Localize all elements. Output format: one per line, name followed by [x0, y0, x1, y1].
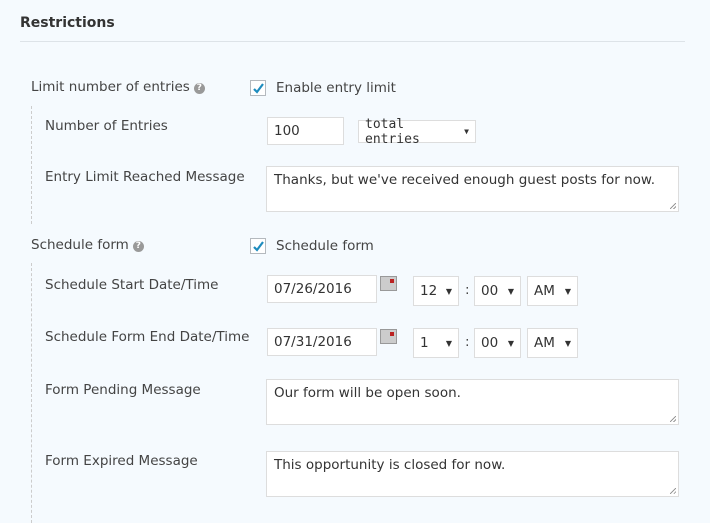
form-pending-label: Form Pending Message	[45, 382, 201, 398]
calendar-icon[interactable]	[380, 329, 397, 344]
indent-guide	[31, 106, 32, 224]
indent-guide	[31, 263, 32, 523]
schedule-form-label: Schedule form?	[31, 237, 144, 253]
schedule-start-label: Schedule Start Date/Time	[45, 277, 219, 293]
calendar-icon[interactable]	[380, 276, 397, 291]
number-of-entries-input[interactable]: 100	[267, 117, 344, 145]
enable-entry-limit-label: Enable entry limit	[276, 80, 396, 96]
dropdown-arrow-icon: ▼	[564, 338, 571, 348]
enable-entry-limit-checkbox[interactable]	[250, 80, 266, 96]
dropdown-arrow-icon: ▼	[507, 338, 514, 348]
question-circle-icon[interactable]: ?	[132, 241, 144, 252]
section-title: Restrictions	[20, 15, 115, 31]
number-of-entries-label: Number of Entries	[45, 118, 168, 134]
checkmark-icon	[253, 83, 264, 94]
entry-limit-message-label: Entry Limit Reached Message	[45, 169, 245, 185]
time-colon: :	[465, 334, 470, 350]
end-date-input[interactable]: 07/31/2016	[267, 328, 377, 356]
end-ampm-select[interactable]: AM ▼	[527, 328, 578, 358]
form-expired-label: Form Expired Message	[45, 453, 198, 469]
schedule-form-checkbox-label: Schedule form	[276, 238, 374, 254]
entry-limit-type-select[interactable]: total entries ▼	[358, 117, 476, 147]
start-ampm-select[interactable]: AM ▼	[527, 276, 578, 306]
schedule-end-label: Schedule Form End Date/Time	[45, 329, 250, 345]
question-circle-icon[interactable]: ?	[193, 83, 205, 94]
form-expired-textarea[interactable]: This opportunity is closed for now.	[266, 451, 679, 497]
start-hour-select[interactable]: 12 ▼	[413, 276, 459, 306]
start-minute-select[interactable]: 00 ▼	[474, 276, 521, 306]
dropdown-arrow-icon: ▼	[564, 286, 571, 296]
start-date-input[interactable]: 07/26/2016	[267, 275, 377, 303]
dropdown-arrow-icon: ▼	[445, 338, 452, 348]
form-pending-textarea[interactable]: Our form will be open soon.	[266, 379, 679, 425]
divider	[20, 41, 685, 42]
entry-limit-message-textarea[interactable]: Thanks, but we've received enough guest …	[266, 166, 679, 212]
end-minute-select[interactable]: 00 ▼	[474, 328, 521, 358]
dropdown-arrow-icon: ▼	[445, 286, 452, 296]
time-colon: :	[465, 282, 470, 298]
dropdown-arrow-icon: ▼	[464, 127, 469, 136]
checkmark-icon	[253, 241, 264, 252]
schedule-form-checkbox[interactable]	[250, 238, 266, 254]
limit-entries-label: Limit number of entries?	[31, 79, 205, 95]
end-hour-select[interactable]: 1 ▼	[413, 328, 459, 358]
dropdown-arrow-icon: ▼	[507, 286, 514, 296]
